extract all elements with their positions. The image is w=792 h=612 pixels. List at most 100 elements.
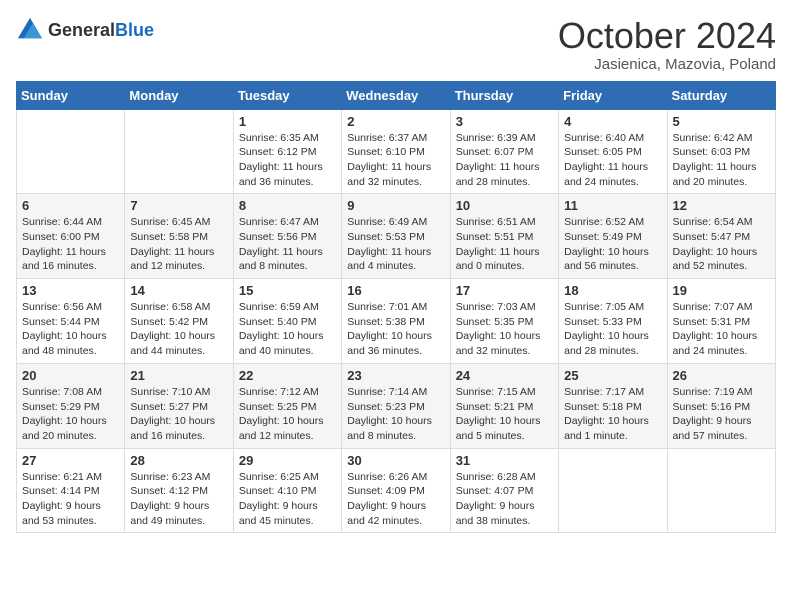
day-info: Sunrise: 6:54 AM Sunset: 5:47 PM Dayligh… xyxy=(673,215,770,274)
calendar-cell: 9 Sunrise: 6:49 AM Sunset: 5:53 PM Daylig… xyxy=(342,194,450,279)
day-number: 11 xyxy=(564,198,661,213)
week-row-2: 6 Sunrise: 6:44 AM Sunset: 6:00 PM Daylig… xyxy=(17,194,776,279)
calendar-cell: 4Sunrise: 6:40 AM Sunset: 6:05 PM Daylig… xyxy=(559,109,667,194)
day-number: 24 xyxy=(456,368,553,383)
day-info: Sunrise: 6:56 AM Sunset: 5:44 PM Dayligh… xyxy=(22,300,119,359)
logo-icon xyxy=(16,16,44,44)
day-info: Sunrise: 6:28 AM Sunset: 4:07 PM Dayligh… xyxy=(456,470,553,529)
day-info: Sunrise: 7:10 AM Sunset: 5:27 PM Dayligh… xyxy=(130,385,227,444)
day-number: 5 xyxy=(673,114,770,129)
day-info: Sunrise: 6:35 AM Sunset: 6:12 PM Dayligh… xyxy=(239,131,336,190)
day-number: 23 xyxy=(347,368,444,383)
calendar-cell: 30 Sunrise: 6:26 AM Sunset: 4:09 PM Dayli… xyxy=(342,448,450,533)
day-number: 15 xyxy=(239,283,336,298)
day-info: Sunrise: 6:44 AM Sunset: 6:00 PM Dayligh… xyxy=(22,215,119,274)
day-info: Sunrise: 6:39 AM Sunset: 6:07 PM Dayligh… xyxy=(456,131,553,190)
day-number: 14 xyxy=(130,283,227,298)
calendar-cell: 28 Sunrise: 6:23 AM Sunset: 4:12 PM Dayli… xyxy=(125,448,233,533)
day-info: Sunrise: 6:21 AM Sunset: 4:14 PM Dayligh… xyxy=(22,470,119,529)
day-info: Sunrise: 7:12 AM Sunset: 5:25 PM Dayligh… xyxy=(239,385,336,444)
logo: GeneralBlue xyxy=(16,16,154,44)
day-info: Sunrise: 7:08 AM Sunset: 5:29 PM Dayligh… xyxy=(22,385,119,444)
page-header: GeneralBlue October 2024 Jasienica, Mazo… xyxy=(16,16,776,73)
day-number: 30 xyxy=(347,453,444,468)
calendar-cell: 11 Sunrise: 6:52 AM Sunset: 5:49 PM Dayli… xyxy=(559,194,667,279)
day-number: 18 xyxy=(564,283,661,298)
day-number: 1 xyxy=(239,114,336,129)
day-number: 12 xyxy=(673,198,770,213)
calendar-cell: 8Sunrise: 6:47 AM Sunset: 5:56 PM Daylig… xyxy=(233,194,341,279)
day-number: 22 xyxy=(239,368,336,383)
day-info: Sunrise: 6:49 AM Sunset: 5:53 PM Dayligh… xyxy=(347,215,444,274)
day-number: 25 xyxy=(564,368,661,383)
day-info: Sunrise: 6:45 AM Sunset: 5:58 PM Dayligh… xyxy=(130,215,227,274)
day-info: Sunrise: 6:23 AM Sunset: 4:12 PM Dayligh… xyxy=(130,470,227,529)
day-number: 10 xyxy=(456,198,553,213)
day-info: Sunrise: 7:19 AM Sunset: 5:16 PM Dayligh… xyxy=(673,385,770,444)
calendar-cell: 20Sunrise: 7:08 AM Sunset: 5:29 PM Dayli… xyxy=(17,363,125,448)
day-info: Sunrise: 6:59 AM Sunset: 5:40 PM Dayligh… xyxy=(239,300,336,359)
day-info: Sunrise: 6:26 AM Sunset: 4:09 PM Dayligh… xyxy=(347,470,444,529)
day-number: 2 xyxy=(347,114,444,129)
day-info: Sunrise: 7:17 AM Sunset: 5:18 PM Dayligh… xyxy=(564,385,661,444)
calendar-cell xyxy=(559,448,667,533)
calendar-cell: 29 Sunrise: 6:25 AM Sunset: 4:10 PM Dayli… xyxy=(233,448,341,533)
calendar-cell: 19Sunrise: 7:07 AM Sunset: 5:31 PM Dayli… xyxy=(667,279,775,364)
weekday-header-saturday: Saturday xyxy=(667,81,775,109)
day-info: Sunrise: 6:42 AM Sunset: 6:03 PM Dayligh… xyxy=(673,131,770,190)
calendar-cell: 22 Sunrise: 7:12 AM Sunset: 5:25 PM Dayli… xyxy=(233,363,341,448)
calendar-cell: 16 Sunrise: 7:01 AM Sunset: 5:38 PM Dayli… xyxy=(342,279,450,364)
week-row-4: 20Sunrise: 7:08 AM Sunset: 5:29 PM Dayli… xyxy=(17,363,776,448)
calendar-table: SundayMondayTuesdayWednesdayThursdayFrid… xyxy=(16,81,776,534)
weekday-header-sunday: Sunday xyxy=(17,81,125,109)
calendar-cell: 25 Sunrise: 7:17 AM Sunset: 5:18 PM Dayli… xyxy=(559,363,667,448)
week-row-1: 1 Sunrise: 6:35 AM Sunset: 6:12 PM Daylig… xyxy=(17,109,776,194)
calendar-cell: 15 Sunrise: 6:59 AM Sunset: 5:40 PM Dayli… xyxy=(233,279,341,364)
day-number: 19 xyxy=(673,283,770,298)
day-info: Sunrise: 6:51 AM Sunset: 5:51 PM Dayligh… xyxy=(456,215,553,274)
week-row-5: 27Sunrise: 6:21 AM Sunset: 4:14 PM Dayli… xyxy=(17,448,776,533)
day-number: 21 xyxy=(130,368,227,383)
calendar-cell: 26 Sunrise: 7:19 AM Sunset: 5:16 PM Dayli… xyxy=(667,363,775,448)
weekday-header-monday: Monday xyxy=(125,81,233,109)
day-number: 9 xyxy=(347,198,444,213)
calendar-cell: 6 Sunrise: 6:44 AM Sunset: 6:00 PM Daylig… xyxy=(17,194,125,279)
weekday-header-friday: Friday xyxy=(559,81,667,109)
day-number: 29 xyxy=(239,453,336,468)
day-info: Sunrise: 6:37 AM Sunset: 6:10 PM Dayligh… xyxy=(347,131,444,190)
calendar-cell: 7 Sunrise: 6:45 AM Sunset: 5:58 PM Daylig… xyxy=(125,194,233,279)
day-number: 4 xyxy=(564,114,661,129)
weekday-header-row: SundayMondayTuesdayWednesdayThursdayFrid… xyxy=(17,81,776,109)
logo-text-general: General xyxy=(48,20,115,40)
day-number: 8 xyxy=(239,198,336,213)
calendar-cell: 1 Sunrise: 6:35 AM Sunset: 6:12 PM Daylig… xyxy=(233,109,341,194)
calendar-cell: 23Sunrise: 7:14 AM Sunset: 5:23 PM Dayli… xyxy=(342,363,450,448)
day-number: 7 xyxy=(130,198,227,213)
calendar-cell xyxy=(125,109,233,194)
calendar-cell: 21 Sunrise: 7:10 AM Sunset: 5:27 PM Dayli… xyxy=(125,363,233,448)
day-number: 16 xyxy=(347,283,444,298)
weekday-header-wednesday: Wednesday xyxy=(342,81,450,109)
day-number: 6 xyxy=(22,198,119,213)
day-info: Sunrise: 6:25 AM Sunset: 4:10 PM Dayligh… xyxy=(239,470,336,529)
day-info: Sunrise: 7:03 AM Sunset: 5:35 PM Dayligh… xyxy=(456,300,553,359)
week-row-3: 13 Sunrise: 6:56 AM Sunset: 5:44 PM Dayli… xyxy=(17,279,776,364)
day-number: 31 xyxy=(456,453,553,468)
calendar-cell: 10 Sunrise: 6:51 AM Sunset: 5:51 PM Dayli… xyxy=(450,194,558,279)
day-info: Sunrise: 6:58 AM Sunset: 5:42 PM Dayligh… xyxy=(130,300,227,359)
calendar-cell xyxy=(17,109,125,194)
day-number: 17 xyxy=(456,283,553,298)
calendar-cell: 24Sunrise: 7:15 AM Sunset: 5:21 PM Dayli… xyxy=(450,363,558,448)
day-number: 26 xyxy=(673,368,770,383)
day-number: 28 xyxy=(130,453,227,468)
title-area: October 2024 Jasienica, Mazovia, Poland xyxy=(558,16,776,73)
calendar-cell: 31 Sunrise: 6:28 AM Sunset: 4:07 PM Dayli… xyxy=(450,448,558,533)
day-info: Sunrise: 6:52 AM Sunset: 5:49 PM Dayligh… xyxy=(564,215,661,274)
weekday-header-tuesday: Tuesday xyxy=(233,81,341,109)
calendar-cell: 27Sunrise: 6:21 AM Sunset: 4:14 PM Dayli… xyxy=(17,448,125,533)
calendar-cell: 13 Sunrise: 6:56 AM Sunset: 5:44 PM Dayli… xyxy=(17,279,125,364)
day-number: 13 xyxy=(22,283,119,298)
calendar-cell: 5 Sunrise: 6:42 AM Sunset: 6:03 PM Daylig… xyxy=(667,109,775,194)
month-title: October 2024 xyxy=(558,16,776,56)
day-info: Sunrise: 7:01 AM Sunset: 5:38 PM Dayligh… xyxy=(347,300,444,359)
